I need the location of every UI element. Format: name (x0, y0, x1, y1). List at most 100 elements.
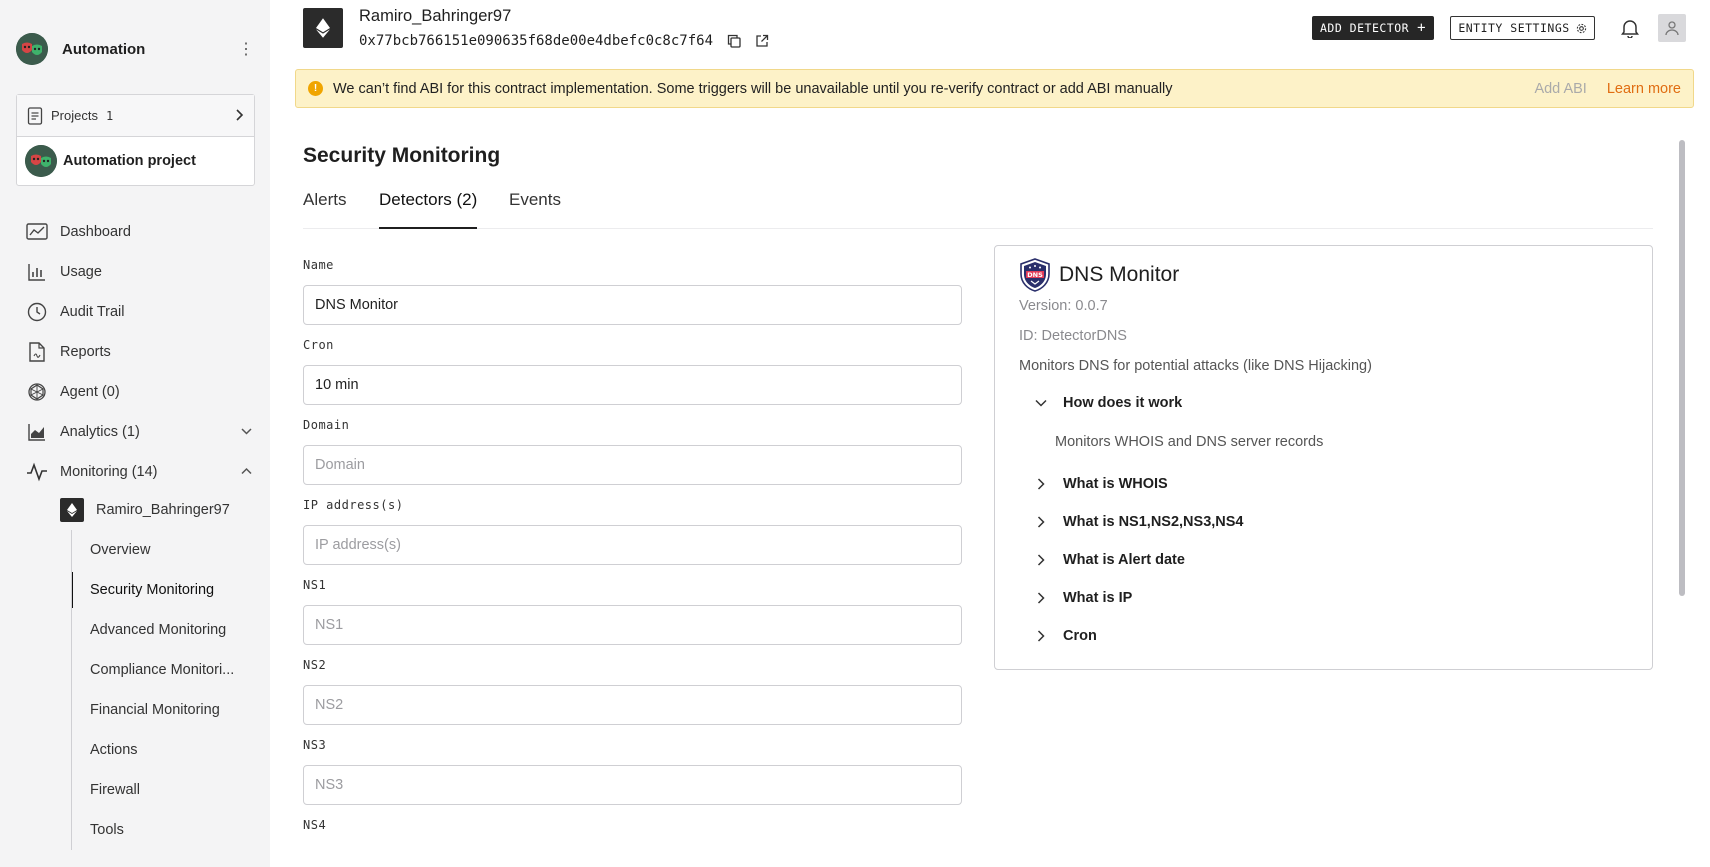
ns4-label: NS4 (303, 818, 327, 832)
tab-events[interactable]: Events (509, 190, 561, 229)
add-detector-button[interactable]: ADD DETECTOR + (1312, 16, 1434, 40)
add-detector-label: ADD DETECTOR (1319, 21, 1410, 35)
gear-icon (1576, 23, 1587, 34)
nav-label: Reports (60, 344, 111, 360)
address-text: 0x77bcb766151e090635f68de00e4dbefc0c8c7f… (359, 33, 714, 49)
ip-address-label: IP address(s) (303, 498, 404, 512)
ns2-label: NS2 (303, 658, 327, 672)
nav-label: Analytics (1) (60, 424, 140, 440)
chevron-right-icon (234, 108, 244, 124)
nav-audit-trail[interactable]: Audit Trail (26, 292, 262, 332)
page-title: Security Monitoring (303, 144, 501, 167)
accordion-what-is-whois[interactable]: What is WHOIS (1031, 473, 1168, 495)
subnav-firewall[interactable]: Firewall (72, 770, 261, 810)
projects-row[interactable]: Projects 1 (17, 95, 254, 137)
projects-count: 1 (105, 108, 114, 123)
ns3-label: NS3 (303, 738, 327, 752)
ethereum-icon (60, 498, 84, 522)
ethereum-icon (316, 18, 330, 38)
dashboard-icon (26, 221, 48, 243)
accordion-label: What is Alert date (1063, 552, 1185, 568)
warning-icon: ! (308, 81, 323, 96)
current-project[interactable]: Automation project (17, 137, 254, 185)
chevron-up-icon[interactable] (241, 466, 252, 478)
content-scrollbar[interactable] (1679, 140, 1685, 596)
dns-shield-icon: DNS (1020, 258, 1050, 292)
nav-monitoring[interactable]: Monitoring (14) (26, 452, 262, 492)
accordion-how-it-works[interactable]: How does it work (1031, 392, 1182, 414)
detector-description: Monitors DNS for potential attacks (like… (1019, 358, 1372, 374)
nav-label: Agent (0) (60, 384, 120, 400)
bar-chart-icon (26, 261, 48, 283)
name-label: Name (303, 258, 334, 272)
subnav-tools[interactable]: Tools (72, 810, 261, 850)
ns1-input[interactable] (303, 605, 962, 645)
accordion-label: What is WHOIS (1063, 476, 1168, 492)
nav-label: Dashboard (60, 224, 131, 240)
chevron-down-icon[interactable] (241, 426, 252, 438)
banner-message: We can’t find ABI for this contract impl… (333, 80, 1173, 97)
document-icon (27, 106, 43, 125)
name-input[interactable] (303, 285, 962, 325)
svg-text:DNS: DNS (1027, 271, 1043, 279)
add-abi-link[interactable]: Add ABI (1534, 81, 1586, 97)
accordion-body: Monitors WHOIS and DNS server records (1055, 434, 1324, 450)
chevron-right-icon (1031, 478, 1051, 490)
openai-icon (26, 381, 48, 403)
nav-dashboard[interactable]: Dashboard (26, 212, 262, 252)
main-nav: Dashboard Usage Audit Trail Reports Agen… (26, 212, 262, 492)
chevron-right-icon (1031, 516, 1051, 528)
chevron-down-icon (1031, 399, 1051, 407)
accordion-cron[interactable]: Cron (1031, 625, 1097, 647)
area-chart-icon (26, 421, 48, 443)
domain-input[interactable] (303, 445, 962, 485)
nav-agent[interactable]: Agent (0) (26, 372, 262, 412)
accordion-what-is-ns[interactable]: What is NS1,NS2,NS3,NS4 (1031, 511, 1244, 533)
project-name: Automation project (63, 153, 196, 169)
accordion-what-is-alert-date[interactable]: What is Alert date (1031, 549, 1185, 571)
nav-label: Audit Trail (60, 304, 125, 320)
entity-nav-item[interactable]: Ramiro_Bahringer97 (60, 498, 230, 522)
cron-input[interactable] (303, 365, 962, 405)
chevron-right-icon (1031, 554, 1051, 566)
detector-info-card: DNS DNS Monitor Version: 0.0.7 ID: Detec… (994, 245, 1653, 670)
bell-icon[interactable] (1618, 16, 1642, 40)
user-icon (1665, 21, 1679, 36)
sidebar: Automation ⋮ Projects 1 Automation proje… (0, 0, 270, 867)
ip-address-input[interactable] (303, 525, 962, 565)
accordion-label: What is IP (1063, 590, 1133, 606)
entity-title: Ramiro_Bahringer97 (359, 7, 512, 25)
nav-label: Monitoring (14) (60, 464, 158, 480)
ns3-input[interactable] (303, 765, 962, 805)
learn-more-link[interactable]: Learn more (1607, 81, 1681, 97)
detector-id: ID: DetectorDNS (1019, 328, 1127, 344)
more-vertical-icon[interactable]: ⋮ (236, 39, 256, 59)
cron-label: Cron (303, 338, 334, 352)
subnav-actions[interactable]: Actions (72, 730, 261, 770)
user-avatar[interactable] (1658, 14, 1686, 42)
nav-reports[interactable]: Reports (26, 332, 262, 372)
accordion-what-is-ip[interactable]: What is IP (1031, 587, 1132, 609)
ns2-input[interactable] (303, 685, 962, 725)
project-selector: Projects 1 Automation project (16, 94, 255, 186)
subnav-overview[interactable]: Overview (72, 530, 261, 570)
copy-icon[interactable] (727, 34, 741, 48)
ns1-label: NS1 (303, 578, 327, 592)
clock-icon (26, 301, 48, 323)
detector-version: Version: 0.0.7 (1019, 298, 1108, 314)
contract-address: 0x77bcb766151e090635f68de00e4dbefc0c8c7f… (359, 33, 769, 49)
accordion-label: Cron (1063, 628, 1097, 644)
tab-detectors[interactable]: Detectors (2) (379, 190, 478, 229)
subnav-security-monitoring[interactable]: Security Monitoring (72, 570, 261, 610)
projects-label: Projects (51, 108, 98, 123)
subnav-compliance-monitoring[interactable]: Compliance Monitori... (72, 650, 261, 690)
org-switcher[interactable]: Automation ⋮ (16, 32, 256, 66)
external-link-icon[interactable] (755, 34, 769, 48)
chevron-right-icon (1031, 592, 1051, 604)
subnav-advanced-monitoring[interactable]: Advanced Monitoring (72, 610, 261, 650)
nav-usage[interactable]: Usage (26, 252, 262, 292)
nav-analytics[interactable]: Analytics (1) (26, 412, 262, 452)
entity-settings-button[interactable]: ENTITY SETTINGS (1450, 16, 1595, 40)
subnav-financial-monitoring[interactable]: Financial Monitoring (72, 690, 261, 730)
tab-alerts[interactable]: Alerts (303, 190, 346, 229)
